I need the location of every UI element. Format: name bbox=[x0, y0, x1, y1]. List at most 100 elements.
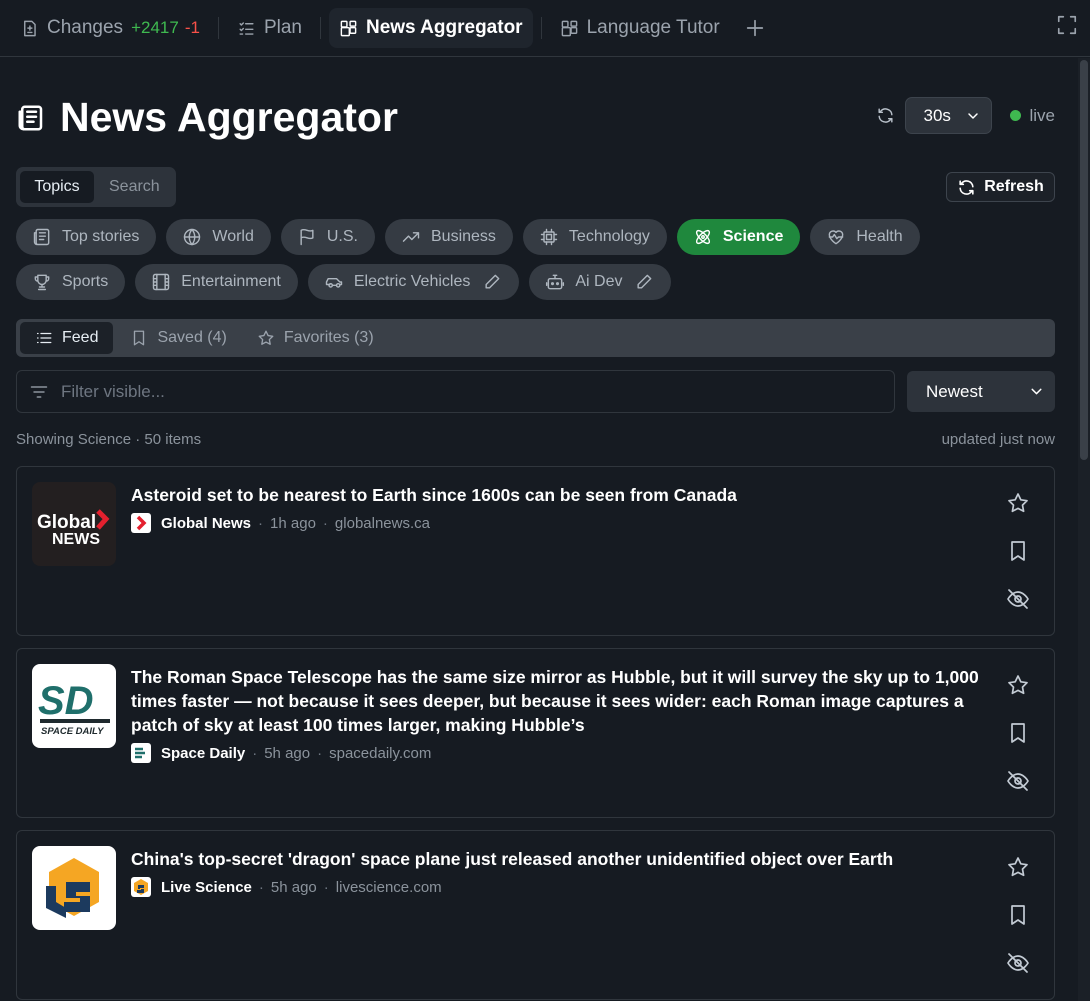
chevron-down-icon bbox=[1031, 388, 1042, 395]
article-time: 5h ago bbox=[264, 744, 311, 762]
new-tab-button[interactable] bbox=[744, 17, 766, 39]
auto-refresh-icon bbox=[876, 106, 895, 125]
tab-label: Plan bbox=[263, 17, 302, 38]
article-title[interactable]: China's top-secret 'dragon' space plane … bbox=[131, 847, 981, 871]
article-actions bbox=[1006, 673, 1030, 793]
mode-toggle: Topics Search bbox=[16, 167, 176, 207]
meta-separator: · bbox=[317, 744, 323, 762]
refresh-button[interactable]: Refresh bbox=[946, 172, 1055, 202]
view-tab-label: Favorites (3) bbox=[283, 329, 374, 346]
topic-chip-us[interactable]: U.S. bbox=[280, 219, 375, 255]
topic-chip-entertainment[interactable]: Entertainment bbox=[135, 264, 298, 300]
topic-chip-business[interactable]: Business bbox=[385, 219, 513, 255]
topic-chip-label: Top stories bbox=[62, 228, 140, 245]
article-source[interactable]: Live Science bbox=[161, 879, 252, 896]
list-icon bbox=[36, 332, 52, 344]
article-body: China's top-secret 'dragon' space plane … bbox=[131, 847, 981, 897]
filter-field[interactable] bbox=[16, 370, 895, 413]
topic-chip-ai-dev[interactable]: Ai Dev bbox=[529, 264, 672, 300]
view-tab-favorites[interactable]: Favorites (3) bbox=[244, 322, 387, 354]
header-controls: 30s live bbox=[876, 97, 1055, 134]
live-indicator-dot bbox=[1010, 110, 1022, 121]
article-source[interactable]: Space Daily bbox=[161, 745, 245, 762]
topic-chip-label: U.S. bbox=[326, 228, 358, 245]
view-tab-saved[interactable]: Saved (4) bbox=[117, 322, 239, 354]
plus-icon bbox=[746, 19, 763, 37]
trending-up-icon bbox=[402, 232, 420, 242]
article-title[interactable]: The Roman Space Telescope has the same s… bbox=[131, 665, 981, 737]
refresh-interval-select[interactable]: 30s bbox=[905, 97, 993, 134]
topic-chip-world[interactable]: World bbox=[166, 219, 271, 255]
results-summary: Showing Science · 50 items bbox=[16, 431, 202, 448]
article-card[interactable]: China's top-secret 'dragon' space plane … bbox=[16, 830, 1055, 1000]
article-title[interactable]: Asteroid set to be nearest to Earth sinc… bbox=[131, 483, 981, 507]
logo-text: Global bbox=[37, 512, 96, 533]
article-domain: livescience.com bbox=[335, 878, 442, 896]
topic-chip-science[interactable]: Science bbox=[676, 219, 801, 255]
flag-icon bbox=[300, 228, 314, 246]
article-feed: Global NEWS Asteroid set to be nearest t… bbox=[16, 466, 1055, 1001]
fullscreen-button[interactable] bbox=[1056, 14, 1078, 36]
newspaper-icon bbox=[33, 228, 50, 246]
pencil-icon[interactable] bbox=[634, 272, 654, 292]
checklist-icon bbox=[239, 21, 254, 35]
topic-chip-technology[interactable]: Technology bbox=[522, 219, 667, 255]
tab-plan[interactable]: Plan bbox=[227, 8, 312, 48]
expand-icon bbox=[1057, 15, 1077, 35]
star-icon bbox=[258, 330, 274, 345]
bookmark-icon[interactable] bbox=[1006, 903, 1030, 927]
tab-label: Changes bbox=[47, 17, 124, 38]
filter-input[interactable] bbox=[61, 381, 841, 402]
scrollbar[interactable] bbox=[1078, 58, 1090, 1001]
scrollbar-thumb[interactable] bbox=[1080, 60, 1088, 460]
sort-value: Newest bbox=[926, 381, 983, 401]
article-actions bbox=[1006, 491, 1030, 611]
sort-select[interactable]: Newest bbox=[907, 371, 1055, 412]
bookmark-icon[interactable] bbox=[1006, 721, 1030, 745]
article-card[interactable]: SD SPACE DAILY The Roman Space Telescope… bbox=[16, 648, 1055, 818]
article-source[interactable]: Global News bbox=[161, 515, 251, 532]
star-icon[interactable] bbox=[1006, 673, 1030, 697]
article-card[interactable]: Global NEWS Asteroid set to be nearest t… bbox=[16, 466, 1055, 636]
topic-chip-label: Health bbox=[856, 228, 903, 245]
view-tab-label: Feed bbox=[62, 329, 99, 346]
tab-changes[interactable]: Changes +2417 -1 bbox=[10, 8, 210, 48]
eye-off-icon[interactable] bbox=[1006, 769, 1030, 793]
topic-chip-label: Ai Dev bbox=[575, 273, 623, 290]
pencil-icon[interactable] bbox=[482, 272, 502, 292]
article-domain: globalnews.ca bbox=[334, 514, 430, 532]
file-diff-icon bbox=[24, 20, 36, 36]
meta-separator: · bbox=[258, 878, 264, 896]
mode-topics-button[interactable]: Topics bbox=[20, 171, 94, 203]
tab-news-aggregator[interactable]: News Aggregator bbox=[328, 8, 533, 48]
topic-chip-top-stories[interactable]: Top stories bbox=[16, 219, 157, 255]
star-icon[interactable] bbox=[1006, 855, 1030, 879]
topic-chip-label: Electric Vehicles bbox=[353, 273, 471, 290]
eye-off-icon[interactable] bbox=[1006, 587, 1030, 611]
film-icon bbox=[153, 273, 170, 291]
view-tab-feed[interactable]: Feed bbox=[20, 322, 114, 354]
topic-chip-electric-vehicles[interactable]: Electric Vehicles bbox=[307, 264, 520, 300]
article-meta: Global News · 1h ago · globalnews.ca bbox=[131, 513, 981, 533]
bookmark-icon[interactable] bbox=[1006, 539, 1030, 563]
topic-chip-sports[interactable]: Sports bbox=[16, 264, 126, 300]
topic-chip-label: Technology bbox=[568, 228, 650, 245]
view-tabs: Feed Saved (4) Favorites (3) bbox=[16, 319, 1055, 357]
eye-off-icon[interactable] bbox=[1006, 951, 1030, 975]
mode-search-button[interactable]: Search bbox=[94, 171, 175, 203]
article-actions bbox=[1006, 855, 1030, 975]
topic-chip-label: World bbox=[212, 228, 254, 245]
tab-divider bbox=[540, 17, 542, 39]
trophy-icon bbox=[34, 274, 50, 291]
source-favicon bbox=[131, 743, 151, 763]
topic-chip-health[interactable]: Health bbox=[810, 219, 920, 255]
meta-separator: · bbox=[323, 878, 329, 896]
app-grid-icon bbox=[340, 20, 357, 36]
topic-chip-label: Business bbox=[431, 228, 496, 245]
star-icon[interactable] bbox=[1006, 491, 1030, 515]
tab-label: Language Tutor bbox=[586, 17, 720, 38]
interval-value: 30s bbox=[923, 105, 951, 125]
bot-icon bbox=[546, 274, 565, 290]
tab-language-tutor[interactable]: Language Tutor bbox=[550, 8, 730, 48]
page-title: News Aggregator bbox=[16, 94, 398, 141]
